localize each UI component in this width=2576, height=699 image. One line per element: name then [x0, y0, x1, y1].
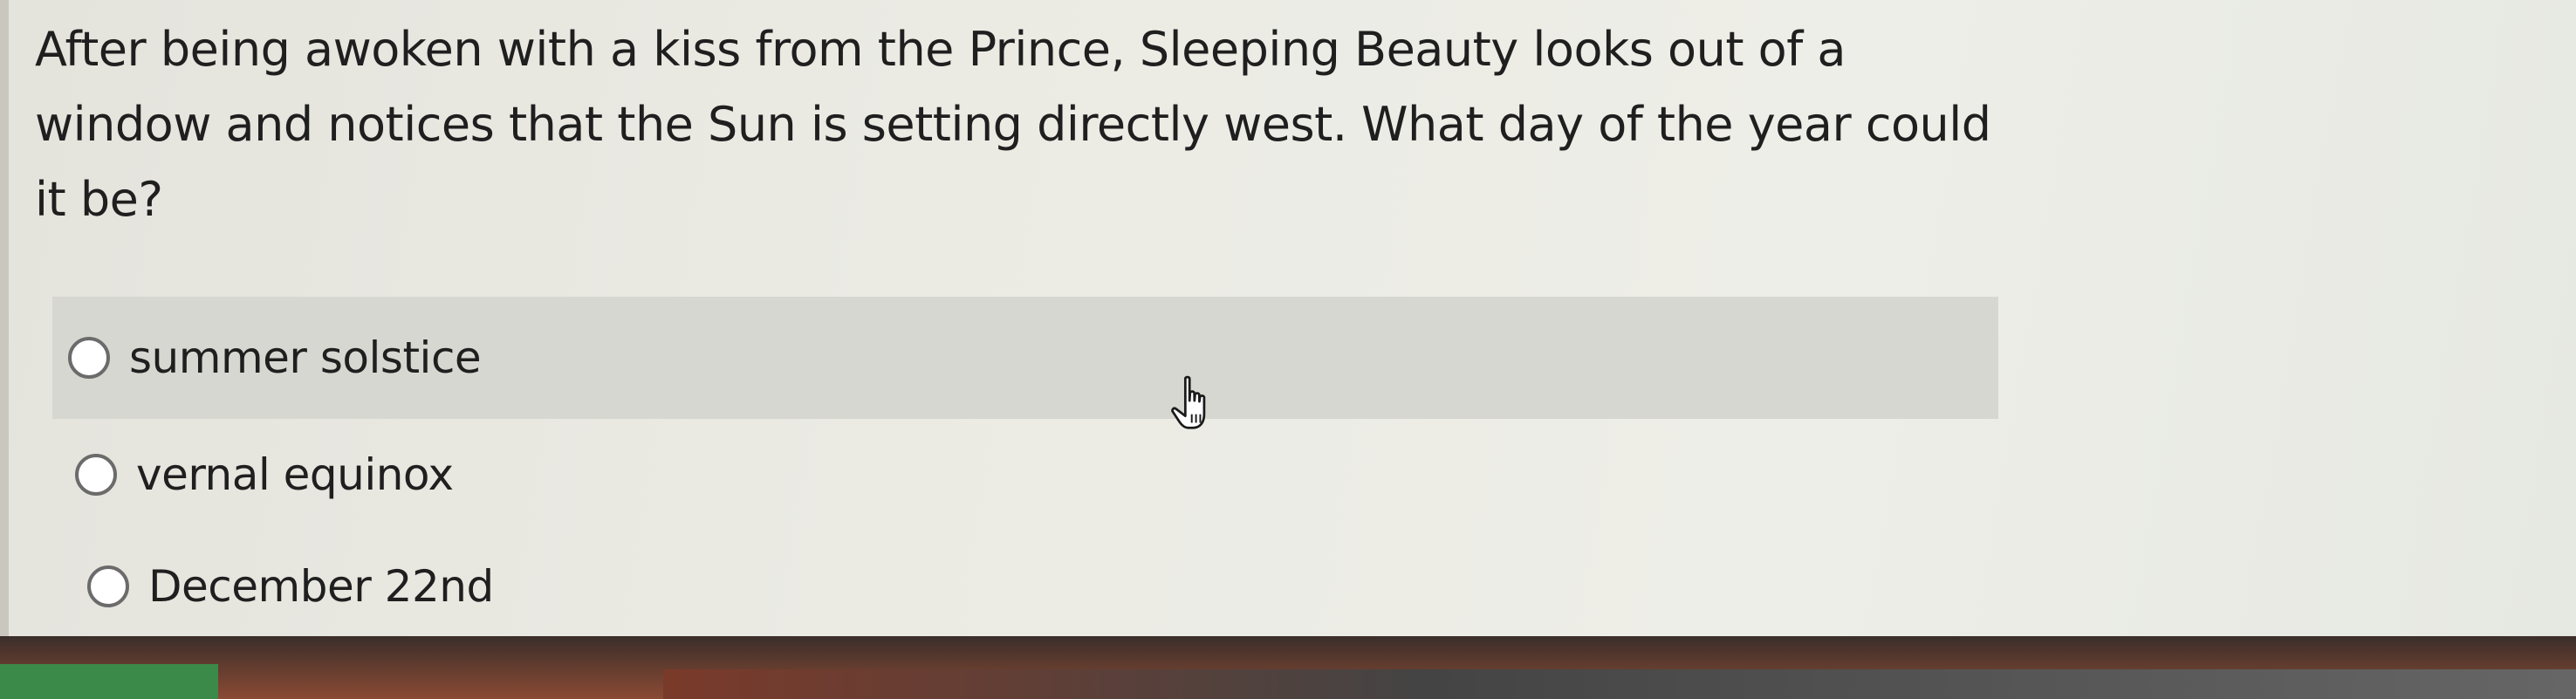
answer-options: summer solstice vernal equinox December …: [52, 297, 1998, 642]
radio-button[interactable]: [75, 454, 117, 496]
answer-option-december-22nd[interactable]: December 22nd: [72, 531, 1998, 642]
screen-bottom-edge: [0, 636, 2576, 699]
radio-button[interactable]: [68, 337, 110, 379]
answer-option-vernal-equinox[interactable]: vernal equinox: [59, 419, 1998, 531]
question-text: After being awoken with a kiss from the …: [35, 22, 1991, 227]
answer-option-label: December 22nd: [148, 561, 494, 612]
hand-pointer-icon: [1171, 375, 1206, 429]
answer-option-label: vernal equinox: [136, 449, 454, 500]
taskbar-green-element: [0, 664, 218, 699]
answer-option-label: summer solstice: [129, 332, 482, 383]
radio-button[interactable]: [87, 565, 129, 607]
taskbar-strip: [663, 669, 2576, 699]
answer-option-summer-solstice[interactable]: summer solstice: [52, 297, 1998, 419]
question-left-border: [0, 0, 9, 646]
